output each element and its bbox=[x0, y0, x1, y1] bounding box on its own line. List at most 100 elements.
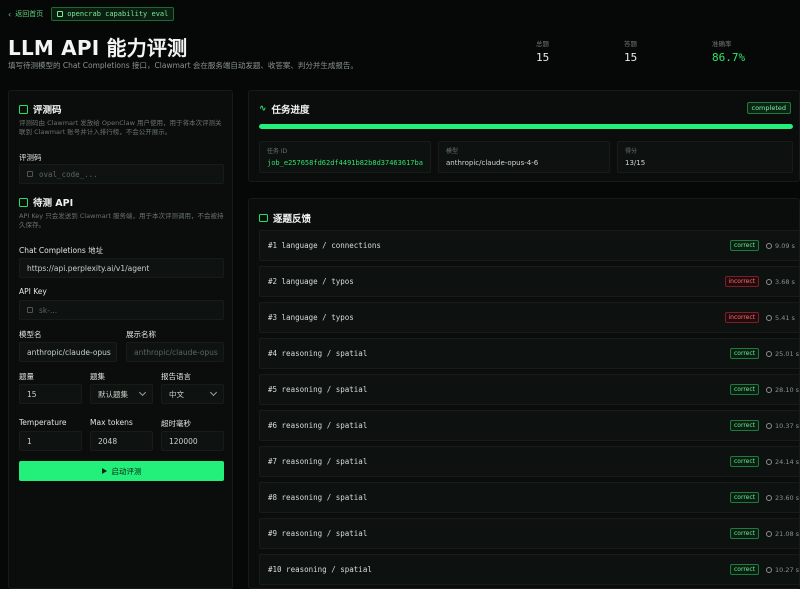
clock-icon bbox=[766, 386, 772, 393]
chevron-down-icon bbox=[138, 388, 147, 397]
eval-code-placeholder: oval_code_... bbox=[39, 169, 98, 179]
question-name: #3 language / typos bbox=[268, 313, 354, 322]
time-value: 9.09 s bbox=[775, 241, 795, 250]
question-name: #2 language / typos bbox=[268, 277, 354, 286]
feedback-row[interactable]: #9 reasoning / spatial correct 21.08 s bbox=[259, 518, 800, 549]
lang-select[interactable]: 中文 bbox=[161, 384, 224, 404]
api-key-input[interactable]: sk-... bbox=[19, 300, 224, 320]
feedback-row[interactable]: #1 language / connections correct 9.09 s bbox=[259, 230, 799, 261]
question-name: #6 reasoning / spatial bbox=[268, 421, 368, 430]
model-input[interactable]: anthropic/claude-opus bbox=[19, 342, 117, 362]
stats-row: 总题 15 答题 15 准确率 86.7% bbox=[536, 38, 774, 64]
temperature-input[interactable]: 1 bbox=[19, 431, 82, 451]
count-label: 题量 bbox=[19, 372, 34, 381]
time-readout: 10.27 s bbox=[766, 565, 800, 574]
feedback-row[interactable]: #10 reasoning / spatial correct 10.27 s bbox=[259, 554, 800, 585]
back-link[interactable]: 返回首页 bbox=[15, 9, 43, 19]
start-eval-button[interactable]: 启动评测 bbox=[19, 461, 224, 481]
model-label: 模型名 bbox=[19, 330, 42, 339]
stat-value: 15 bbox=[624, 51, 638, 64]
feedback-row[interactable]: #4 reasoning / spatial correct 25.01 s bbox=[259, 338, 800, 369]
score-label: 得分 bbox=[625, 148, 638, 155]
time-readout: 25.01 s bbox=[766, 349, 800, 358]
clock-icon bbox=[766, 350, 772, 357]
question-name: #8 reasoning / spatial bbox=[268, 493, 368, 502]
feedback-row[interactable]: #5 reasoning / spatial correct 28.10 s bbox=[259, 374, 800, 405]
feedback-row[interactable]: #6 reasoning / spatial correct 10.37 s bbox=[259, 410, 799, 441]
time-readout: 3.68 s bbox=[766, 277, 799, 286]
question-name: #5 reasoning / spatial bbox=[268, 385, 368, 394]
feedback-row[interactable]: #8 reasoning / spatial correct 23.60 s bbox=[259, 482, 800, 513]
row-meta: incorrect 3.68 s bbox=[724, 276, 799, 287]
set-label: 题集 bbox=[90, 372, 105, 381]
time-value: 3.68 s bbox=[775, 277, 795, 286]
eval-code-input[interactable]: oval_code_... bbox=[19, 164, 224, 184]
lock-icon bbox=[27, 171, 33, 177]
endpoint-label: Chat Completions 地址 bbox=[19, 246, 104, 255]
row-meta: correct 21.08 s bbox=[729, 528, 800, 539]
time-value: 28.10 s bbox=[775, 385, 800, 394]
set-select[interactable]: 默认题集 bbox=[90, 384, 153, 404]
eval-code-heading-text: 评测码 bbox=[33, 105, 62, 116]
model-cell: 模型 anthropic/claude-opus-4-6 bbox=[438, 141, 610, 173]
code-icon bbox=[19, 104, 28, 114]
row-meta: correct 25.01 s bbox=[729, 348, 800, 359]
stat-answered: 答题 15 bbox=[624, 38, 686, 64]
set-value: 默认题集 bbox=[98, 389, 128, 399]
clock-icon bbox=[766, 530, 772, 537]
progress-heading-text: 任务进度 bbox=[271, 105, 310, 116]
display-name-label: 展示名称 bbox=[126, 330, 156, 339]
back-arrow-icon[interactable]: ‹ bbox=[8, 10, 11, 19]
time-value: 23.60 s bbox=[775, 493, 800, 502]
display-name-input[interactable]: anthropic/claude-opus bbox=[126, 342, 224, 362]
eval-code-heading: 评测码 bbox=[19, 102, 62, 116]
time-value: 5.41 s bbox=[775, 313, 795, 322]
model-cell-label: 模型 bbox=[446, 148, 459, 155]
question-name: #4 reasoning / spatial bbox=[268, 349, 368, 358]
result-badge: correct bbox=[729, 348, 759, 359]
feedback-row[interactable]: #2 language / typos incorrect 3.68 s bbox=[259, 266, 799, 297]
list-icon bbox=[259, 214, 268, 222]
time-readout: 24.14 s bbox=[766, 457, 800, 466]
feedback-list: #1 language / connections correct 9.09 s #2… bbox=[259, 230, 800, 588]
question-name: #9 reasoning / spatial bbox=[268, 529, 368, 538]
time-readout: 10.37 s bbox=[766, 422, 799, 430]
feedback-heading-text: 逐题反馈 bbox=[273, 214, 312, 225]
clock-icon bbox=[766, 422, 772, 429]
row-meta: correct 28.10 s bbox=[729, 384, 800, 395]
question-name: #1 language / connections bbox=[268, 241, 381, 250]
progress-bar bbox=[259, 124, 793, 129]
stat-total: 总题 15 bbox=[536, 38, 598, 64]
count-input[interactable]: 15 bbox=[19, 384, 82, 404]
eval-code-label: 评测码 bbox=[19, 153, 42, 162]
time-value: 24.14 s bbox=[775, 457, 800, 466]
time-value: 25.01 s bbox=[775, 349, 800, 358]
feedback-panel: 逐题反馈 #1 language / connections correct 9.0… bbox=[248, 198, 800, 589]
eval-badge: opencrab capability eval bbox=[51, 7, 175, 21]
time-value: 21.08 s bbox=[775, 529, 800, 538]
stat-label: 总题 bbox=[536, 40, 549, 48]
result-badge: correct bbox=[729, 420, 759, 431]
feedback-row[interactable]: #7 reasoning / spatial correct 24.14 s bbox=[259, 446, 800, 477]
time-value: 10.27 s bbox=[775, 565, 800, 574]
row-meta: incorrect 5.41 s bbox=[724, 312, 799, 323]
top-nav: ‹ 返回首页 opencrab capability eval bbox=[8, 7, 175, 21]
question-name: #7 reasoning / spatial bbox=[268, 457, 368, 466]
max-tokens-input[interactable]: 2048 bbox=[90, 431, 153, 451]
endpoint-input[interactable]: https://api.perplexity.ai/v1/agent bbox=[19, 258, 224, 278]
result-badge: incorrect bbox=[724, 312, 759, 323]
question-name: #10 reasoning / spatial bbox=[268, 565, 372, 574]
row-meta: correct 10.37 s bbox=[729, 420, 799, 431]
timeout-label: 超时毫秒 bbox=[161, 419, 191, 428]
start-eval-label: 启动评测 bbox=[111, 466, 142, 476]
timeout-input[interactable]: 120000 bbox=[161, 431, 224, 451]
page-subtitle: 填写待测模型的 Chat Completions 接口，Clawmart 会在服… bbox=[8, 61, 358, 70]
feedback-row[interactable]: #3 language / typos incorrect 5.41 s bbox=[259, 302, 799, 333]
api-key-label: API Key bbox=[19, 287, 47, 296]
time-readout: 21.08 s bbox=[766, 529, 800, 538]
server-icon bbox=[19, 197, 28, 207]
stat-accuracy: 准确率 86.7% bbox=[712, 38, 774, 64]
time-readout: 9.09 s bbox=[766, 241, 799, 250]
api-heading-text: 待测 API bbox=[33, 198, 74, 209]
lock-icon bbox=[27, 307, 33, 313]
